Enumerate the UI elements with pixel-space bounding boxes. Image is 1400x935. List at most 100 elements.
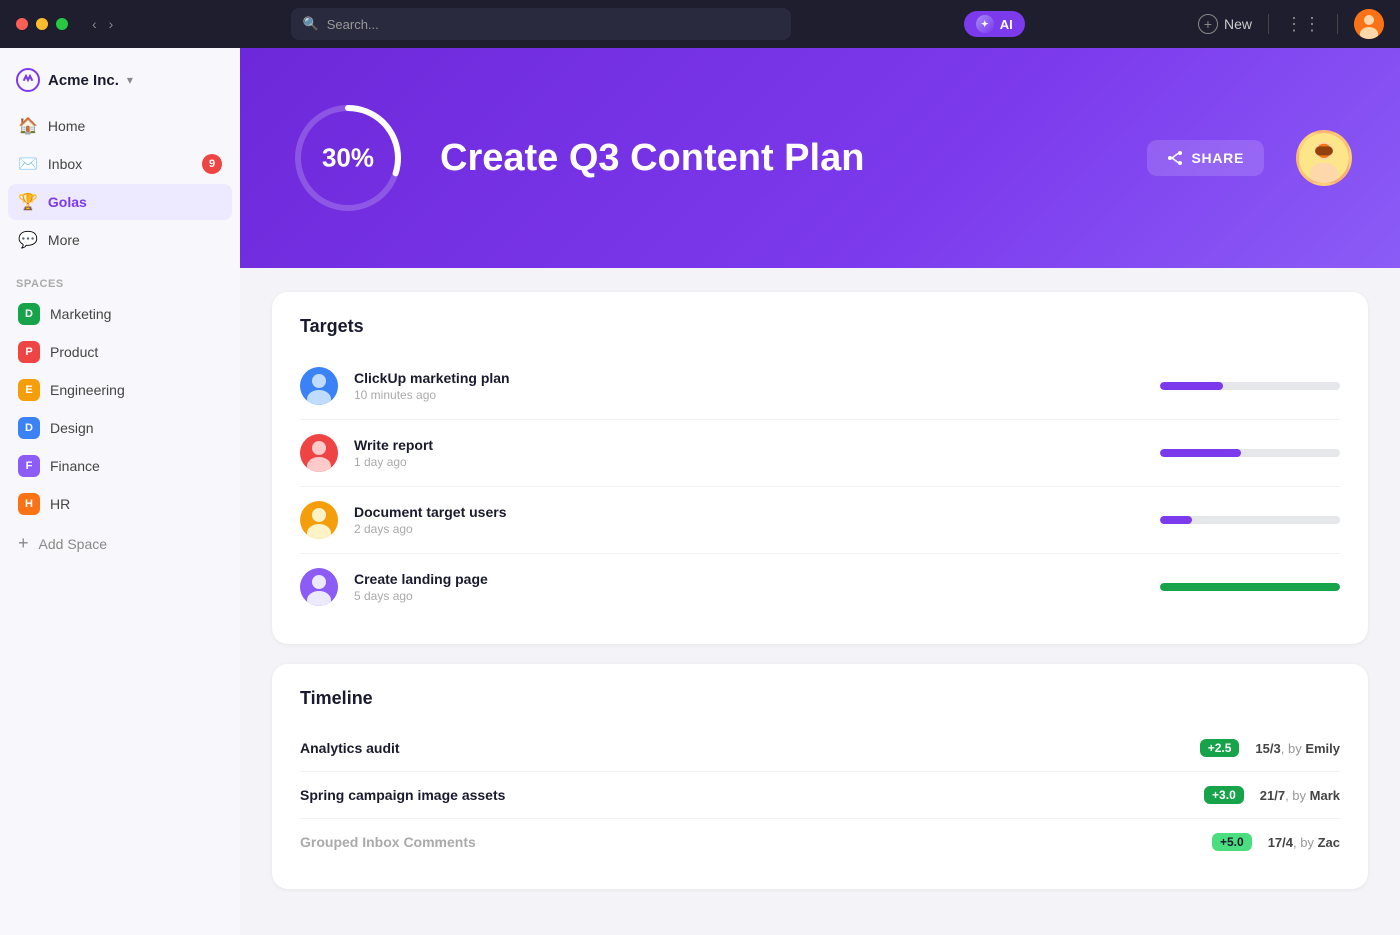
share-label: SHARE <box>1191 150 1244 166</box>
target-progress-3 <box>1160 516 1340 524</box>
grid-icon[interactable]: ⋮⋮ <box>1285 14 1321 35</box>
search-placeholder: Search... <box>327 17 379 32</box>
brand[interactable]: Acme Inc. ▾ <box>0 60 240 108</box>
ai-button[interactable]: ✦ AI <box>964 11 1025 37</box>
target-progress-fill-4 <box>1160 583 1340 591</box>
timeline-date-3: 17/4 <box>1268 835 1293 850</box>
inbox-badge: 9 <box>202 154 222 174</box>
target-progress-fill-2 <box>1160 449 1241 457</box>
ai-icon: ✦ <box>976 15 994 33</box>
timeline-meta-2: 21/7, by Mark <box>1244 788 1340 803</box>
main-layout: Acme Inc. ▾ 🏠 Home ✉️ Inbox 9 🏆 Golas 💬 … <box>0 48 1400 935</box>
timeline-name-3: Grouped Inbox Comments <box>300 834 1202 850</box>
target-avatar-2 <box>300 434 338 472</box>
add-space-plus-icon: + <box>18 533 29 554</box>
sidebar-item-engineering[interactable]: E Engineering <box>8 372 232 408</box>
share-icon <box>1167 150 1183 166</box>
sidebar-space-label-product: Product <box>50 344 98 360</box>
add-space-button[interactable]: + Add Space <box>8 526 232 561</box>
engineering-badge: E <box>18 379 40 401</box>
target-item: Write report 1 day ago <box>300 420 1340 487</box>
timeline-by-3: Zac <box>1318 835 1340 850</box>
sidebar-item-inbox[interactable]: ✉️ Inbox 9 <box>8 146 232 182</box>
minimize-dot[interactable] <box>36 18 48 30</box>
main-content: 30% Create Q3 Content Plan SHARE <box>240 48 1400 935</box>
add-space-label: Add Space <box>39 536 108 552</box>
timeline-item: Analytics audit +2.5 15/3, by Emily <box>300 725 1340 772</box>
progress-percent: 30% <box>322 143 374 174</box>
target-avatar-3 <box>300 501 338 539</box>
timeline-item: Spring campaign image assets +3.0 21/7, … <box>300 772 1340 819</box>
target-avatar-1 <box>300 367 338 405</box>
brand-name: Acme Inc. <box>48 72 119 89</box>
timeline-by-2: Mark <box>1310 788 1340 803</box>
sidebar-item-product[interactable]: P Product <box>8 334 232 370</box>
inbox-icon: ✉️ <box>18 154 38 174</box>
user-avatar[interactable] <box>1354 9 1384 39</box>
back-arrow[interactable]: ‹ <box>88 14 101 34</box>
target-progress-fill-3 <box>1160 516 1192 524</box>
divider <box>1268 14 1269 34</box>
design-badge: D <box>18 417 40 439</box>
content-panels: Targets ClickUp marketing plan 10 minute… <box>240 268 1400 913</box>
target-time-1: 10 minutes ago <box>354 388 1144 402</box>
sidebar-item-more[interactable]: 💬 More <box>8 222 232 258</box>
topbar: ‹ › 🔍 Search... ✦ AI + New ⋮⋮ <box>0 0 1400 48</box>
brand-chevron-icon: ▾ <box>127 73 133 87</box>
timeline-item: Grouped Inbox Comments +5.0 17/4, by Zac <box>300 819 1340 865</box>
sidebar-item-goals[interactable]: 🏆 Golas <box>8 184 232 220</box>
timeline-title: Timeline <box>300 688 1340 709</box>
sidebar-space-label-marketing: Marketing <box>50 306 111 322</box>
target-info-2: Write report 1 day ago <box>354 437 1144 469</box>
sidebar-item-home[interactable]: 🏠 Home <box>8 108 232 144</box>
window-controls <box>16 18 68 30</box>
sidebar-item-label-inbox: Inbox <box>48 156 82 172</box>
sidebar-item-finance[interactable]: F Finance <box>8 448 232 484</box>
sidebar-space-label-finance: Finance <box>50 458 100 474</box>
maximize-dot[interactable] <box>56 18 68 30</box>
sidebar-item-label-goals: Golas <box>48 194 87 210</box>
timeline-date-1: 15/3 <box>1255 741 1280 756</box>
target-time-3: 2 days ago <box>354 522 1144 536</box>
marketing-badge: D <box>18 303 40 325</box>
target-item: Document target users 2 days ago <box>300 487 1340 554</box>
share-button[interactable]: SHARE <box>1147 140 1264 176</box>
target-item: ClickUp marketing plan 10 minutes ago <box>300 353 1340 420</box>
target-progress-1 <box>1160 382 1340 390</box>
new-label: New <box>1224 16 1252 32</box>
sidebar-item-marketing[interactable]: D Marketing <box>8 296 232 332</box>
timeline-badge-1: +2.5 <box>1200 739 1240 757</box>
target-info-3: Document target users 2 days ago <box>354 504 1144 536</box>
target-progress-fill-1 <box>1160 382 1223 390</box>
hero-title: Create Q3 Content Plan <box>440 137 1115 180</box>
sidebar-space-label-hr: HR <box>50 496 70 512</box>
sidebar-space-label-engineering: Engineering <box>50 382 125 398</box>
product-badge: P <box>18 341 40 363</box>
brand-logo-icon <box>16 68 40 92</box>
ai-label: AI <box>1000 17 1013 32</box>
close-dot[interactable] <box>16 18 28 30</box>
spaces-label: Spaces <box>16 278 64 290</box>
search-bar[interactable]: 🔍 Search... <box>291 8 791 40</box>
forward-arrow[interactable]: › <box>105 14 118 34</box>
target-progress-4 <box>1160 583 1340 591</box>
more-icon: 💬 <box>18 230 38 250</box>
sidebar-nav: 🏠 Home ✉️ Inbox 9 🏆 Golas 💬 More <box>0 108 240 258</box>
hero-user-avatar[interactable] <box>1296 130 1352 186</box>
sidebar-item-design[interactable]: D Design <box>8 410 232 446</box>
timeline-by-1: Emily <box>1305 741 1340 756</box>
goals-icon: 🏆 <box>18 192 38 212</box>
timeline-meta-1: 15/3, by Emily <box>1239 741 1340 756</box>
targets-title: Targets <box>300 316 1340 337</box>
hr-badge: H <box>18 493 40 515</box>
target-progress-2 <box>1160 449 1340 457</box>
target-name-4: Create landing page <box>354 571 1144 587</box>
divider2 <box>1337 14 1338 34</box>
new-button[interactable]: + New <box>1198 14 1252 34</box>
finance-badge: F <box>18 455 40 477</box>
sidebar-item-hr[interactable]: H HR <box>8 486 232 522</box>
progress-circle: 30% <box>288 98 408 218</box>
spaces-nav: D Marketing P Product E Engineering D De… <box>0 296 240 522</box>
sidebar-item-label-more: More <box>48 232 80 248</box>
timeline-badge-2: +3.0 <box>1204 786 1244 804</box>
